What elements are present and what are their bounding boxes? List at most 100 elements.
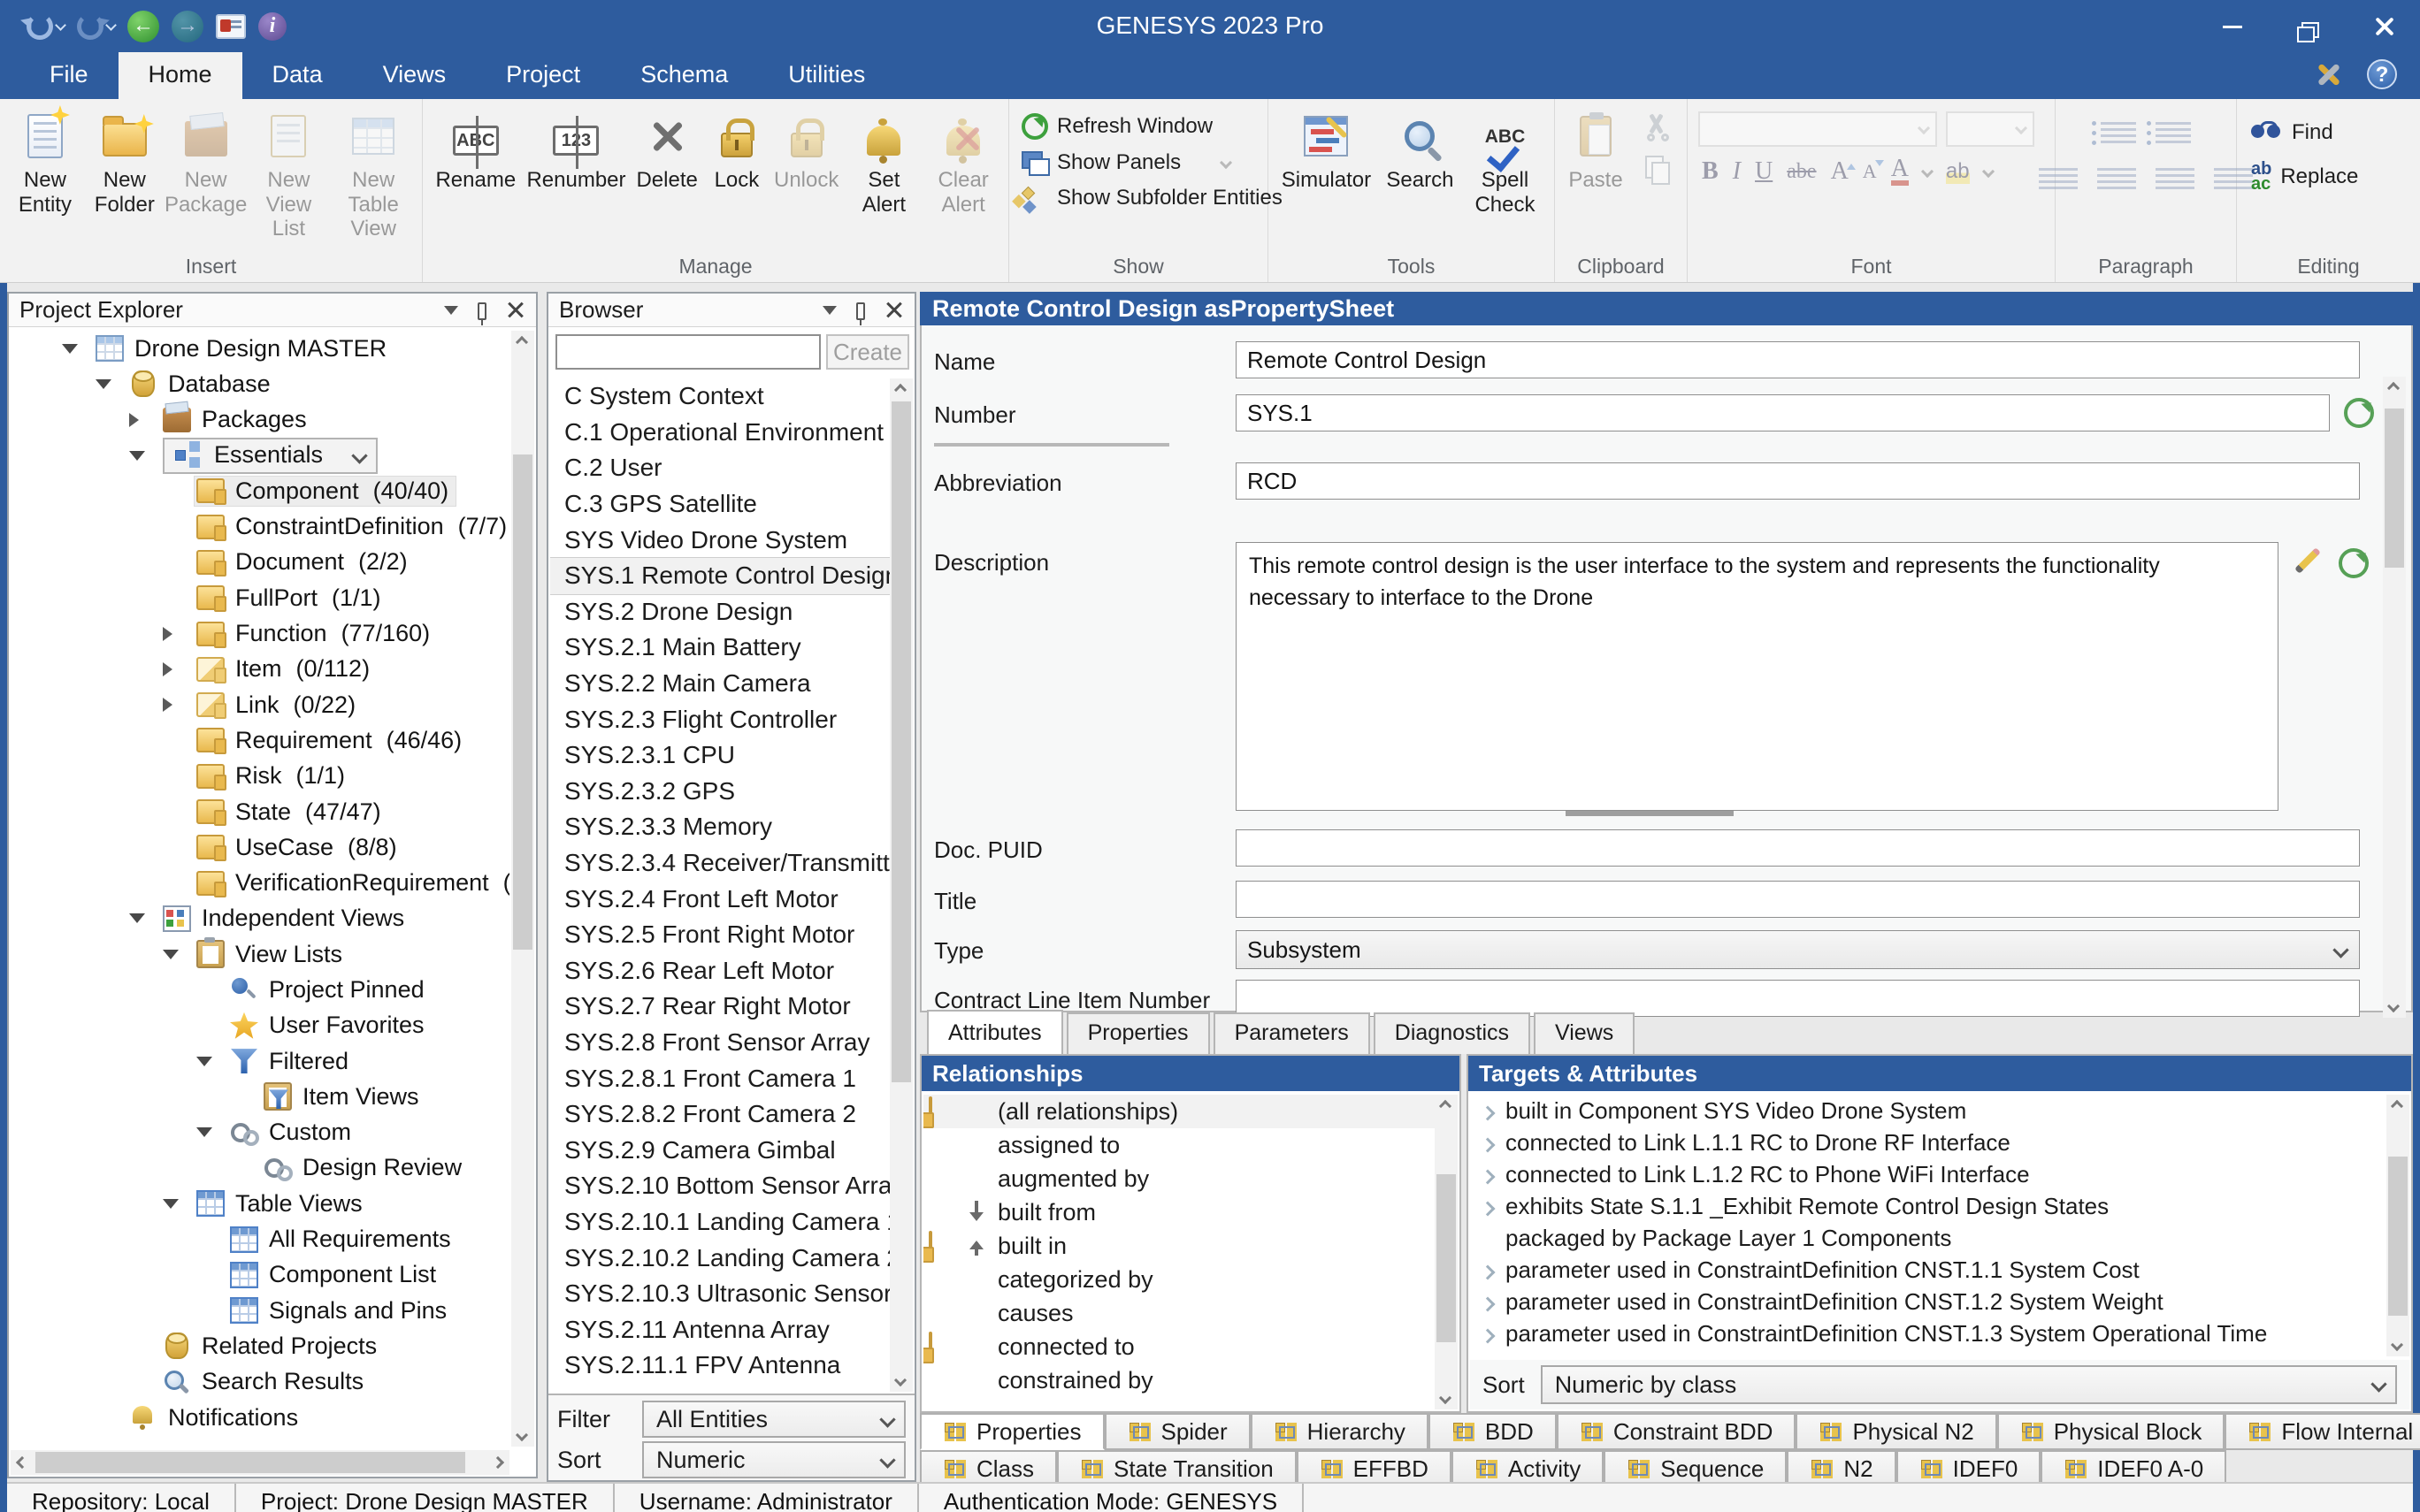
tree-item[interactable]: Function (77/160)	[11, 615, 509, 651]
browser-vertical-scrollbar[interactable]	[890, 378, 913, 1392]
description-refresh-icon[interactable]	[2339, 548, 2369, 578]
tree-expander-icon[interactable]	[129, 413, 161, 427]
browser-list-item[interactable]: C System Context	[550, 378, 890, 415]
menu-tab[interactable]: Home	[119, 52, 242, 99]
tree-item[interactable]: Notifications	[11, 1400, 509, 1435]
browser-list-item[interactable]: SYS.2.8.1 Front Camera 1	[550, 1060, 890, 1096]
browser-list-item[interactable]: SYS.2 Drone Design	[550, 594, 890, 630]
browser-list-item[interactable]: SYS.2.11.1 FPV Antenna	[550, 1348, 890, 1384]
target-item[interactable]: parameter used in ConstraintDefinition C…	[1470, 1317, 2386, 1349]
targets-vertical-scrollbar[interactable]	[2386, 1095, 2409, 1356]
targets-sort-select[interactable]: Numeric by class	[1541, 1365, 2397, 1404]
tree-expander-icon[interactable]	[163, 662, 195, 676]
replace-button[interactable]: Replace	[2242, 152, 2367, 202]
tree-expander-icon[interactable]	[196, 1049, 228, 1074]
browser-list-item[interactable]: SYS.2.10.3 Ultrasonic Sensors	[550, 1276, 890, 1312]
browser-list-item[interactable]: SYS.2.10.2 Landing Camera 2	[550, 1240, 890, 1276]
tree-expander-icon[interactable]	[62, 336, 94, 362]
minimize-button[interactable]	[2213, 9, 2252, 44]
relationship-item[interactable]: causes	[923, 1296, 1435, 1330]
tree-item[interactable]: Document (2/2)	[11, 545, 509, 580]
menu-tab[interactable]: Data	[242, 52, 353, 99]
panel-menu-icon[interactable]	[823, 306, 837, 322]
relationship-item[interactable]: connected to	[923, 1330, 1435, 1363]
browser-list-item[interactable]: C.3 GPS Satellite	[550, 486, 890, 523]
browser-list-item[interactable]: SYS.2.9 Camera Gimbal	[550, 1132, 890, 1168]
target-expand-icon[interactable]	[1470, 1134, 1505, 1150]
tree-item[interactable]: Related Projects	[11, 1328, 509, 1363]
menu-tab[interactable]: Utilities	[758, 52, 895, 99]
pin-panel-icon[interactable]	[856, 302, 865, 320]
menu-tab[interactable]: File	[19, 52, 119, 99]
browser-list-item[interactable]: SYS.2.3 Flight Controller	[550, 701, 890, 737]
description-edit-icon[interactable]	[2294, 547, 2321, 574]
close-button[interactable]	[2365, 9, 2404, 44]
renumber-button[interactable]: Renumber	[524, 108, 630, 193]
browser-list-item[interactable]: SYS.2.5 Front Right Motor	[550, 917, 890, 953]
panel-menu-icon[interactable]	[444, 306, 458, 322]
title-input[interactable]	[1236, 881, 2360, 918]
target-item[interactable]: packaged by Package Layer 1 Components	[1470, 1222, 2386, 1254]
browser-list-item[interactable]: C.1 Operational Environment	[550, 415, 890, 451]
tree-item[interactable]: UseCase (8/8)	[11, 829, 509, 865]
search-button[interactable]: Search	[1379, 108, 1461, 193]
browser-list-item[interactable]: SYS.2.7 Rear Right Motor	[550, 989, 890, 1025]
tree-item[interactable]: FullPort (1/1)	[11, 580, 509, 615]
tree-item[interactable]: Filtered	[11, 1043, 509, 1079]
relationship-item[interactable]: built in	[923, 1229, 1435, 1263]
target-item[interactable]: connected to Link L.1.1 RC to Drone RF I…	[1470, 1126, 2386, 1158]
property-sheet-tab[interactable]: Attributes	[927, 1010, 1063, 1054]
sort-select[interactable]: Numeric	[642, 1441, 906, 1478]
tree-expander-icon[interactable]	[96, 371, 127, 397]
new-entity-button[interactable]: New Entity	[5, 108, 85, 217]
diagram-tab[interactable]: Hierarchy	[1251, 1413, 1428, 1450]
browser-list-item[interactable]: C.2 User	[550, 450, 890, 486]
relationship-item[interactable]: (all relationships)	[923, 1095, 1435, 1128]
target-item[interactable]: built in Component SYS Video Drone Syste…	[1470, 1095, 2386, 1126]
target-expand-icon[interactable]	[1470, 1166, 1505, 1182]
tree-item[interactable]: ConstraintDefinition (7/7)	[11, 508, 509, 544]
browser-list-item[interactable]: SYS.2.3.2 GPS	[550, 774, 890, 810]
tree-item[interactable]: Component (40/40)	[11, 473, 509, 508]
tree-item[interactable]: Independent Views	[11, 901, 509, 936]
diagram-tab[interactable]: Spider	[1105, 1413, 1251, 1450]
doc-puid-input[interactable]	[1236, 829, 2360, 867]
pin-panel-icon[interactable]	[478, 302, 486, 320]
number-input[interactable]: SYS.1	[1236, 394, 2330, 431]
browser-list-item[interactable]: SYS.2.10 Bottom Sensor Array	[550, 1168, 890, 1204]
browser-list-item[interactable]: SYS.2.8.2 Front Camera 2	[550, 1096, 890, 1133]
target-expand-icon[interactable]	[1470, 1294, 1505, 1310]
browser-list-item[interactable]: SYS.2.3.4 Receiver/Transmitter	[550, 845, 890, 882]
relationship-item[interactable]: augmented by	[923, 1162, 1435, 1195]
menu-tab[interactable]: Views	[353, 52, 477, 99]
tree-item[interactable]: Link (0/22)	[11, 687, 509, 722]
tree-item[interactable]: Signals and Pins	[11, 1293, 509, 1328]
lock-button[interactable]: Lock	[705, 108, 769, 193]
browser-list-item[interactable]: SYS.1 Remote Control Design	[550, 558, 890, 594]
tree-item[interactable]: Drone Design MASTER	[11, 331, 509, 366]
customize-tools-icon[interactable]	[2312, 58, 2344, 90]
tree-item[interactable]: View Lists	[11, 936, 509, 972]
tree-expander-icon[interactable]	[129, 443, 161, 469]
tree-item[interactable]: Search Results	[11, 1364, 509, 1400]
menu-tab[interactable]: Project	[476, 52, 610, 99]
tree-item[interactable]: Project Pinned	[11, 972, 509, 1007]
tree-item[interactable]: State (47/47)	[11, 794, 509, 829]
close-panel-icon[interactable]	[506, 301, 525, 320]
property-sheet-tab[interactable]: Diagnostics	[1374, 1012, 1530, 1054]
property-sheet-vertical-scrollbar[interactable]	[2383, 377, 2406, 1018]
relationship-item[interactable]: built from	[923, 1195, 1435, 1229]
help-icon[interactable]: ?	[2367, 59, 2397, 89]
contract-line-item-number-input[interactable]	[1236, 980, 2360, 1017]
close-panel-icon[interactable]	[885, 301, 904, 320]
relationship-item[interactable]: categorized by	[923, 1263, 1435, 1296]
description-splitter-handle[interactable]	[1566, 811, 1734, 816]
delete-button[interactable]: Delete	[629, 108, 705, 193]
relationships-vertical-scrollbar[interactable]	[1435, 1095, 1458, 1409]
browser-list-item[interactable]: SYS.2.1 Main Battery	[550, 630, 890, 666]
property-sheet-tab[interactable]: Views	[1534, 1012, 1635, 1054]
diagram-tab[interactable]: Flow Internal Block	[2225, 1413, 2420, 1450]
tree-expander-icon[interactable]	[163, 627, 195, 641]
target-expand-icon[interactable]	[1470, 1325, 1505, 1341]
number-refresh-icon[interactable]	[2344, 398, 2374, 428]
